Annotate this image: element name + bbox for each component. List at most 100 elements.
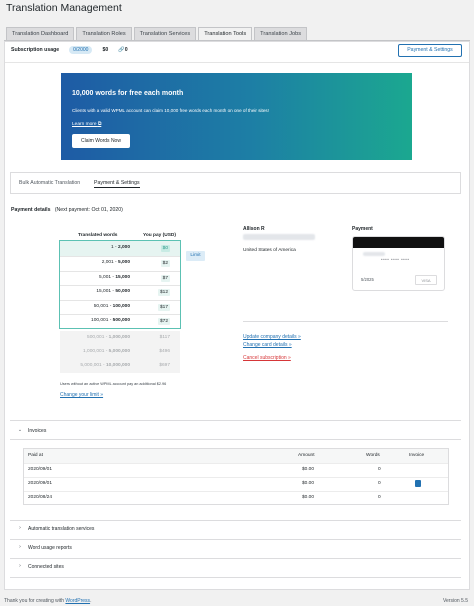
tier-row-disabled: 1,000,001 - 5,000,000 $496	[60, 345, 180, 359]
visa-logo: VISA	[415, 275, 437, 285]
tier-words: 5,000,001 - 10,000,000	[80, 363, 130, 368]
subtab-bulk-automatic-translation[interactable]: Bulk Automatic Translation	[19, 180, 80, 186]
tier-row[interactable]: 1 - 2,000 $0	[60, 241, 180, 256]
card-expiry: 5/2025	[361, 277, 374, 282]
invoice-date: 2020/08/24	[28, 495, 53, 500]
tier-words: 100,001 - 500,000	[91, 318, 130, 323]
tier-row[interactable]: 100,001 - 500,000 $72	[60, 314, 180, 329]
tier-words: 15,001 - 50,000	[96, 289, 130, 294]
cancel-subscription-link[interactable]: Cancel subscription »	[243, 355, 291, 361]
section-divider	[10, 420, 461, 421]
invoice-words: 0	[378, 495, 381, 500]
invoice-amount: $0.00	[302, 481, 315, 486]
invoices-toggle[interactable]: ⌄ Invoices	[10, 427, 461, 437]
tier-price: $0	[160, 245, 170, 252]
section-divider	[10, 558, 461, 559]
wordpress-link[interactable]: WordPress	[65, 598, 90, 604]
card-stripe	[353, 237, 444, 248]
change-limit-link[interactable]: Change your limit »	[60, 392, 103, 398]
tier-words: 2,001 - 5,000	[101, 260, 130, 265]
col-paid-at: Paid at	[28, 453, 43, 458]
invoices-title: Invoices	[28, 428, 47, 434]
tier-row[interactable]: 15,001 - 50,000 $12	[60, 285, 180, 300]
row-divider	[24, 477, 448, 478]
usage-bar: Subscription usage 0/2000 $0 🔗0	[11, 46, 128, 54]
promo-description: Clients with a valid WPML account can cl…	[72, 108, 269, 113]
tier-price: $7	[160, 275, 170, 282]
section-divider	[10, 539, 461, 540]
external-link-icon: ⧉	[97, 122, 102, 127]
change-card-link[interactable]: Change card details »	[243, 342, 292, 348]
card-heading: Payment	[352, 226, 373, 232]
redacted-email	[243, 234, 315, 240]
promo-title: 10,000 words for free each month	[72, 90, 184, 97]
payment-settings-button[interactable]: Payment & Settings	[398, 44, 462, 57]
tab-translation-roles[interactable]: Translation Roles	[76, 27, 132, 40]
invoice-amount: $0.00	[302, 495, 315, 500]
usage-badge: 0/2000	[69, 46, 93, 54]
tab-translation-dashboard[interactable]: Translation Dashboard	[6, 27, 75, 40]
usage-divider	[5, 62, 469, 63]
tier-price: $117	[159, 335, 170, 340]
credit-card: •••• •••• •••• 5/2025 VISA	[352, 236, 445, 291]
limit-button[interactable]: Limit	[186, 251, 205, 261]
tier-price: $697	[159, 363, 170, 368]
tab-translation-jobs[interactable]: Translation Jobs	[254, 27, 308, 40]
usage-amount: $0	[102, 47, 109, 53]
tier-row-disabled: 500,001 - 1,000,000 $117	[60, 331, 180, 345]
section-divider	[10, 520, 461, 521]
claim-words-button[interactable]: Claim Words Now	[72, 134, 130, 148]
section-divider	[10, 439, 461, 440]
tier-price: $12	[157, 289, 170, 296]
tier-words: 1 - 2,000	[111, 245, 130, 250]
invoice-date: 2020/09/01	[28, 467, 53, 472]
usage-links: 🔗0	[118, 47, 128, 53]
tab-translation-tools[interactable]: Translation Tools	[198, 27, 253, 41]
update-company-link[interactable]: Update company details »	[243, 334, 301, 340]
tier-row[interactable]: 5,001 - 15,000 $7	[60, 271, 180, 286]
tier-row[interactable]: 2,001 - 5,000 $2	[60, 256, 180, 271]
tab-translation-services[interactable]: Translation Services	[133, 27, 197, 40]
tier-row[interactable]: 50,001 - 100,000 $17	[60, 300, 180, 315]
free-words-banner: 10,000 words for free each month Clients…	[61, 73, 412, 160]
invoice-date: 2020/09/01	[28, 481, 53, 486]
invoice-amount: $0.00	[302, 467, 315, 472]
tier-row-disabled: 5,000,001 - 10,000,000 $697	[60, 359, 180, 373]
card-number-dots: •••• •••• ••••	[381, 257, 410, 262]
col-translated-words: Translated words	[78, 233, 118, 238]
redacted-card	[363, 252, 385, 256]
invoice-words: 0	[378, 481, 381, 486]
section-title: Connected sites	[28, 564, 64, 570]
tier-words: 5,001 - 15,000	[99, 275, 130, 280]
col-words: Words	[366, 453, 380, 458]
download-invoice-icon[interactable]	[415, 480, 421, 487]
word-usage-reports-toggle[interactable]: › Word usage reports	[10, 544, 461, 554]
page-title: Translation Management	[6, 2, 122, 14]
invoice-words: 0	[378, 467, 381, 472]
section-divider	[10, 577, 461, 578]
chevron-right-icon: ›	[19, 544, 21, 550]
tier-words: 50,001 - 100,000	[93, 304, 130, 309]
tier-price: $72	[157, 318, 170, 325]
company-name: Allison R	[243, 226, 265, 232]
tier-price: $17	[157, 304, 170, 311]
col-amount: Amount	[298, 453, 315, 458]
nav-tabs: Translation Dashboard Translation Roles …	[6, 27, 308, 41]
connected-sites-toggle[interactable]: › Connected sites	[10, 563, 461, 573]
tier-words: 1,000,001 - 5,000,000	[83, 349, 130, 354]
automatic-translation-services-toggle[interactable]: › Automatic translation services	[10, 525, 461, 535]
chevron-right-icon: ›	[19, 563, 21, 569]
invoices-header	[24, 449, 448, 463]
chevron-down-icon: ⌄	[17, 427, 23, 433]
footer-credit: Thank you for creating with WordPress.	[4, 598, 92, 604]
subtab-payment-settings[interactable]: Payment & Settings	[94, 180, 140, 188]
company-divider	[243, 321, 448, 322]
usage-label: Subscription usage	[11, 47, 60, 53]
footer-version: Version 5.5	[442, 598, 468, 604]
payment-details-heading: Payment details (Next payment: Oct 01, 2…	[11, 207, 123, 213]
section-title: Automatic translation services	[28, 526, 95, 532]
col-invoice: Invoice	[409, 453, 425, 458]
learn-more-link[interactable]: Learn more ⧉	[72, 121, 101, 127]
tier-price: $496	[159, 349, 170, 354]
row-divider	[24, 463, 448, 464]
